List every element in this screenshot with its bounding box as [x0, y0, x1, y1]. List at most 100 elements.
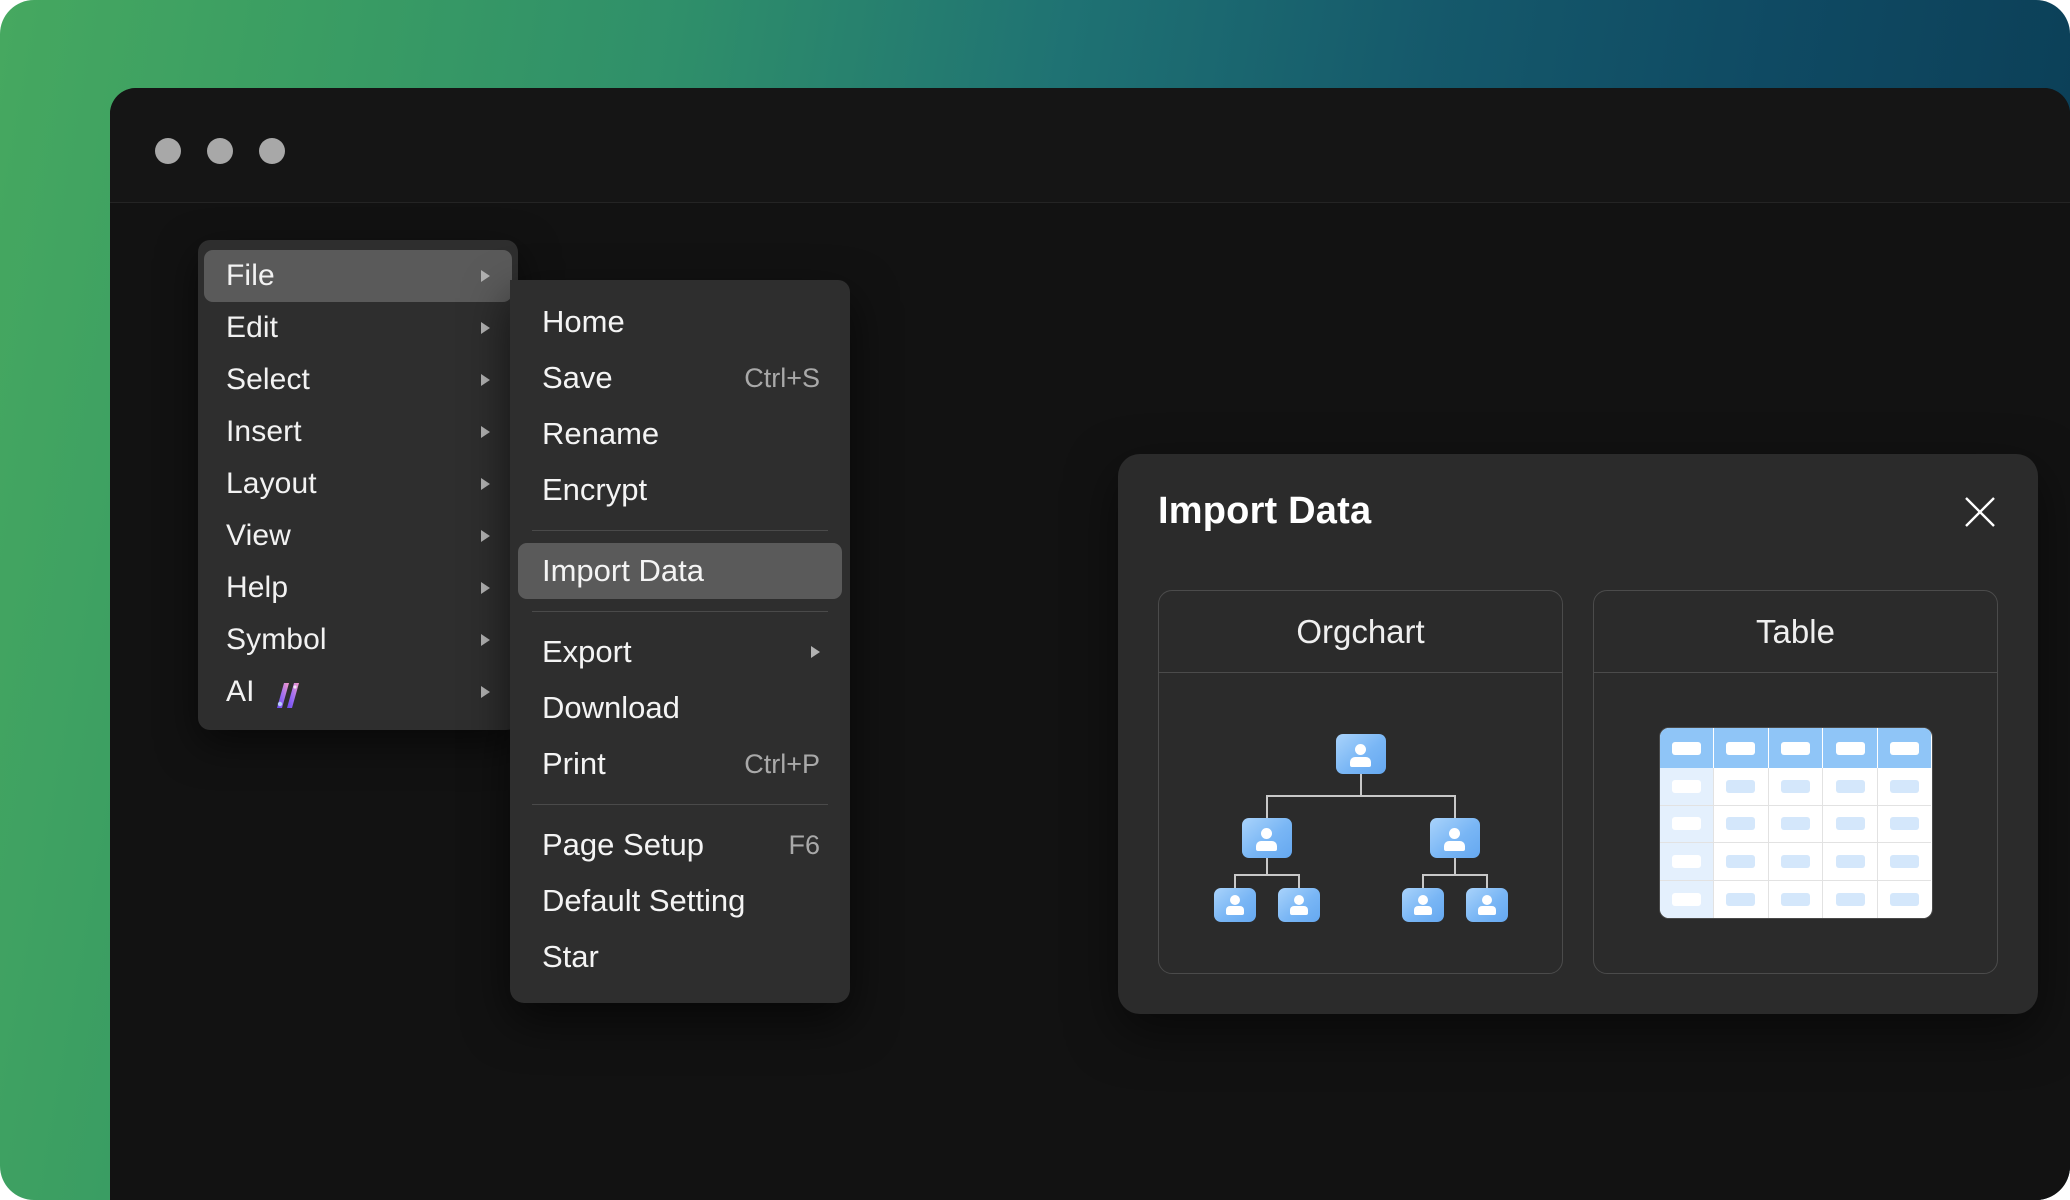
- file-menu-item-export[interactable]: Export: [518, 624, 842, 680]
- menu-item-label: Insert: [226, 415, 302, 448]
- file-menu-item-home[interactable]: Home: [518, 294, 842, 350]
- chevron-right-icon: [481, 582, 490, 594]
- file-menu-item-label: Save: [542, 360, 613, 395]
- table-header-cell: [1768, 728, 1824, 768]
- table-cell: [1768, 880, 1824, 918]
- table-row: [1659, 880, 1932, 918]
- import-card-table-title: Table: [1594, 591, 1997, 673]
- window-controls: [155, 138, 285, 164]
- file-menu-item-save[interactable]: Save Ctrl+S: [518, 350, 842, 406]
- table-cell: [1659, 843, 1715, 881]
- orgchart-node-mid-left: [1241, 818, 1292, 858]
- menu-item-label: Help: [226, 571, 289, 604]
- menu-item-layout[interactable]: Layout: [204, 458, 512, 510]
- table-cell-placeholder: [1781, 779, 1810, 793]
- primary-menu: File Edit Select Insert Layout View Help Symbol…: [198, 240, 518, 730]
- file-submenu: Home Save Ctrl+S Rename Encrypt Import Data Ex…: [510, 280, 850, 1003]
- table-cell-placeholder: [1781, 854, 1810, 868]
- file-menu-item-download[interactable]: Download: [518, 680, 842, 736]
- import-options: Orgchart Table: [1158, 590, 1998, 974]
- import-data-dialog: Import Data Orgchart Table: [1118, 454, 2038, 1014]
- table-grid: [1659, 728, 1932, 918]
- menu-item-help[interactable]: Help: [204, 562, 512, 614]
- table-header-cell: [1659, 728, 1715, 768]
- menu-item-ai[interactable]: AI: [204, 666, 512, 718]
- table-cell-placeholder: [1835, 817, 1865, 831]
- table-cell-placeholder: [1726, 817, 1756, 831]
- menu-item-label: Symbol: [226, 623, 327, 656]
- orgchart-node-mid-right: [1429, 818, 1480, 858]
- import-card-table[interactable]: Table: [1593, 590, 1998, 974]
- table-cell-placeholder: [1726, 892, 1756, 906]
- table-cell-placeholder: [1726, 854, 1756, 868]
- dialog-title: Import Data: [1158, 490, 1372, 532]
- orgchart-illustration: [1159, 673, 1562, 973]
- table-cell-placeholder: [1671, 817, 1701, 831]
- table-cell: [1877, 843, 1932, 881]
- table-cell: [1659, 768, 1715, 806]
- table-cell-placeholder: [1890, 854, 1920, 868]
- maximize-dot[interactable]: [259, 138, 285, 164]
- orgchart-node-leaf-3: [1401, 888, 1444, 922]
- file-menu-item-label: Home: [542, 304, 625, 339]
- table-cell: [1714, 768, 1769, 806]
- chevron-right-icon: [481, 686, 490, 698]
- file-menu-item-encrypt[interactable]: Encrypt: [518, 462, 842, 518]
- menu-item-view[interactable]: View: [204, 510, 512, 562]
- file-menu-item-label: Print: [542, 746, 606, 781]
- file-menu-item-default-setting[interactable]: Default Setting: [518, 873, 842, 929]
- table-cell: [1823, 768, 1878, 806]
- table-cell-placeholder: [1890, 817, 1920, 831]
- minimize-dot[interactable]: [207, 138, 233, 164]
- table-cell-placeholder: [1671, 741, 1701, 755]
- table-cell-placeholder: [1835, 779, 1865, 793]
- table-cell-placeholder: [1890, 741, 1920, 755]
- chevron-right-icon: [481, 322, 490, 334]
- menu-item-insert[interactable]: Insert: [204, 406, 512, 458]
- menu-separator: [532, 611, 828, 612]
- orgchart-node-leaf-4: [1465, 888, 1508, 922]
- chevron-right-icon: [811, 646, 820, 658]
- file-menu-item-import-data[interactable]: Import Data: [518, 543, 842, 599]
- file-menu-item-shortcut: Ctrl+S: [744, 362, 820, 393]
- file-menu-item-shortcut: Ctrl+P: [744, 748, 820, 779]
- window-titlebar: [110, 88, 2070, 203]
- table-cell: [1823, 805, 1878, 843]
- menu-item-label: Select: [226, 363, 310, 396]
- table-header-cell: [1877, 728, 1932, 768]
- table-cell-placeholder: [1890, 779, 1920, 793]
- menu-item-symbol[interactable]: Symbol: [204, 614, 512, 666]
- table-cell-placeholder: [1726, 741, 1756, 755]
- file-menu-item-label: Star: [542, 939, 599, 974]
- table-cell: [1823, 880, 1878, 918]
- chevron-right-icon: [481, 426, 490, 438]
- menu-item-edit[interactable]: Edit: [204, 302, 512, 354]
- table-cell: [1768, 805, 1824, 843]
- table-cell-placeholder: [1671, 892, 1701, 906]
- table-cell-placeholder: [1726, 779, 1756, 793]
- import-card-orgchart[interactable]: Orgchart: [1158, 590, 1563, 974]
- table-row: [1659, 805, 1932, 843]
- menu-item-label: AI: [226, 675, 255, 708]
- orgchart-node-leaf-1: [1213, 888, 1256, 922]
- file-menu-item-print[interactable]: Print Ctrl+P: [518, 736, 842, 792]
- file-menu-item-page-setup[interactable]: Page Setup F6: [518, 817, 842, 873]
- file-menu-item-star[interactable]: Star: [518, 929, 842, 985]
- table-cell: [1768, 768, 1824, 806]
- table-cell-placeholder: [1890, 892, 1920, 906]
- table-row: [1659, 843, 1932, 881]
- orgchart-node-root: [1335, 734, 1386, 774]
- file-menu-item-label: Default Setting: [542, 883, 746, 918]
- close-icon[interactable]: [1956, 488, 2004, 536]
- file-menu-item-label: Download: [542, 690, 680, 725]
- file-menu-item-label: Encrypt: [542, 472, 648, 507]
- chevron-right-icon: [481, 478, 490, 490]
- orgchart-node-leaf-2: [1277, 888, 1320, 922]
- table-header-row: [1659, 728, 1932, 768]
- table-cell: [1714, 880, 1769, 918]
- file-menu-item-label: Import Data: [542, 553, 704, 588]
- close-dot[interactable]: [155, 138, 181, 164]
- menu-item-file[interactable]: File: [204, 250, 512, 302]
- file-menu-item-rename[interactable]: Rename: [518, 406, 842, 462]
- menu-item-select[interactable]: Select: [204, 354, 512, 406]
